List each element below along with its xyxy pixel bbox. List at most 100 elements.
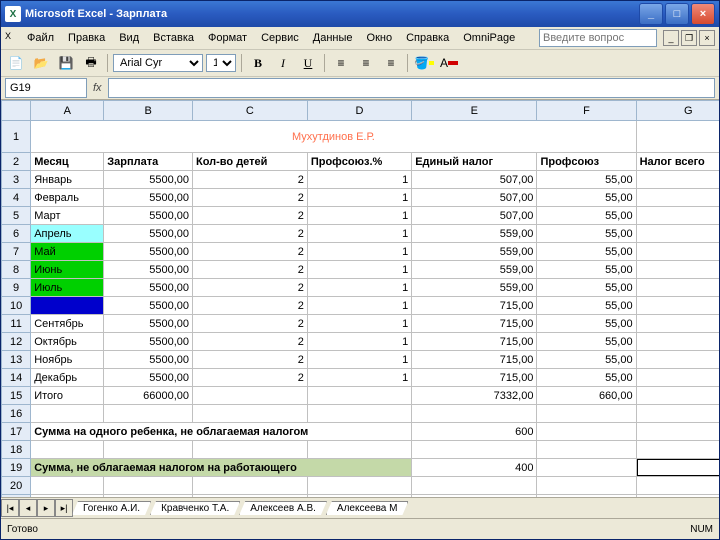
cell[interactable] <box>537 441 636 459</box>
cell-salary[interactable]: 5500,00 <box>104 225 193 243</box>
cell-union[interactable]: 55,00 <box>537 243 636 261</box>
row-header[interactable]: 11 <box>2 315 31 333</box>
cell[interactable] <box>636 333 719 351</box>
new-icon[interactable] <box>5 52 27 74</box>
note-child-val[interactable]: 600 <box>412 423 537 441</box>
cell-month[interactable]: Итого <box>31 387 104 405</box>
cell[interactable] <box>412 495 537 498</box>
cell-tax[interactable]: 559,00 <box>412 243 537 261</box>
worksheet-grid[interactable]: A B C D E F G 1 Мухутдинов Е.Р. 2 Месяц … <box>1 100 719 497</box>
font-size-select[interactable]: 10 <box>206 54 236 72</box>
cell-children[interactable]: 2 <box>193 261 308 279</box>
formula-input[interactable] <box>108 78 715 98</box>
menu-help[interactable]: Справка <box>400 30 455 46</box>
cell[interactable] <box>636 405 719 423</box>
cell-union[interactable]: 55,00 <box>537 351 636 369</box>
cell-tax[interactable]: 507,00 <box>412 207 537 225</box>
row-header[interactable]: 10 <box>2 297 31 315</box>
cell-month[interactable]: Март <box>31 207 104 225</box>
cell[interactable] <box>412 405 537 423</box>
row-header[interactable]: 21 <box>2 495 31 498</box>
cell[interactable] <box>636 351 719 369</box>
col-header-E[interactable]: E <box>412 101 537 121</box>
cell[interactable] <box>104 495 193 498</box>
minimize-button[interactable]: _ <box>639 3 663 25</box>
sheet-tab[interactable]: Алексеева М <box>326 501 409 515</box>
cell[interactable] <box>636 423 719 441</box>
row-header[interactable]: 13 <box>2 351 31 369</box>
cell[interactable] <box>31 441 104 459</box>
cell-month[interactable]: Февраль <box>31 189 104 207</box>
cell-union-pct[interactable]: 1 <box>307 243 411 261</box>
cell-children[interactable]: 2 <box>193 243 308 261</box>
cell-month[interactable]: Июль <box>31 279 104 297</box>
cell-children[interactable]: 2 <box>193 171 308 189</box>
cell-salary[interactable]: 5500,00 <box>104 207 193 225</box>
print-icon[interactable] <box>80 52 102 74</box>
cell-children[interactable]: 2 <box>193 207 308 225</box>
tab-next-icon[interactable]: ▸ <box>37 499 55 517</box>
cell-union[interactable]: 55,00 <box>537 333 636 351</box>
row-header[interactable]: 3 <box>2 171 31 189</box>
cell[interactable] <box>307 441 411 459</box>
menu-format[interactable]: Формат <box>202 30 253 46</box>
row-header[interactable]: 17 <box>2 423 31 441</box>
header-union[interactable]: Профсоюз <box>537 153 636 171</box>
italic-icon[interactable] <box>272 52 294 74</box>
row-header[interactable]: 4 <box>2 189 31 207</box>
cell[interactable] <box>193 495 308 498</box>
cell[interactable] <box>636 495 719 498</box>
cell-union-pct[interactable]: 1 <box>307 351 411 369</box>
cell[interactable] <box>104 441 193 459</box>
cell[interactable] <box>537 477 636 495</box>
sheet-tab[interactable]: Гогенко А.И. <box>72 501 151 515</box>
cell-salary[interactable]: 5500,00 <box>104 333 193 351</box>
header-union-pct[interactable]: Профсоюз.% <box>307 153 411 171</box>
font-color-icon[interactable]: A <box>438 52 460 74</box>
cell[interactable] <box>636 369 719 387</box>
cell-children[interactable]: 2 <box>193 369 308 387</box>
cell[interactable] <box>537 495 636 498</box>
cell[interactable] <box>307 405 411 423</box>
cell-union-pct[interactable]: 1 <box>307 297 411 315</box>
cell-union[interactable]: 55,00 <box>537 189 636 207</box>
cell-union[interactable]: 55,00 <box>537 171 636 189</box>
cell-tax[interactable]: 507,00 <box>412 171 537 189</box>
row-header[interactable]: 19 <box>2 459 31 477</box>
cell[interactable] <box>636 171 719 189</box>
cell[interactable] <box>193 477 308 495</box>
help-search-input[interactable] <box>539 29 657 47</box>
cell-union-pct[interactable]: 1 <box>307 225 411 243</box>
menu-window[interactable]: Окно <box>361 30 399 46</box>
cell-union[interactable]: 55,00 <box>537 369 636 387</box>
row-header[interactable]: 8 <box>2 261 31 279</box>
cell-union-pct[interactable]: 1 <box>307 279 411 297</box>
cell-union[interactable]: 55,00 <box>537 225 636 243</box>
header-salary[interactable]: Зарплата <box>104 153 193 171</box>
cell-salary[interactable]: 5500,00 <box>104 279 193 297</box>
menu-tools[interactable]: Сервис <box>255 30 305 46</box>
cell-salary[interactable]: 5500,00 <box>104 351 193 369</box>
fx-icon[interactable]: fx <box>93 82 102 94</box>
cell-union-pct[interactable]: 1 <box>307 315 411 333</box>
cell[interactable] <box>31 477 104 495</box>
row-header[interactable]: 16 <box>2 405 31 423</box>
tab-last-icon[interactable]: ▸| <box>55 499 73 517</box>
cell-children[interactable]: 2 <box>193 333 308 351</box>
cell[interactable] <box>104 405 193 423</box>
cell-salary[interactable]: 5500,00 <box>104 369 193 387</box>
cell[interactable] <box>193 441 308 459</box>
cell-salary[interactable]: 5500,00 <box>104 243 193 261</box>
cell[interactable] <box>636 121 719 153</box>
active-cell[interactable] <box>636 459 719 477</box>
cell-union[interactable]: 55,00 <box>537 315 636 333</box>
name-box[interactable]: G19 <box>5 78 87 98</box>
cell[interactable] <box>636 441 719 459</box>
cell-union[interactable]: 55,00 <box>537 297 636 315</box>
cell-month[interactable]: Сентябрь <box>31 315 104 333</box>
bold-icon[interactable] <box>247 52 269 74</box>
menu-view[interactable]: Вид <box>113 30 145 46</box>
fill-color-icon[interactable]: 🪣 <box>413 52 435 74</box>
header-taxtotal[interactable]: Налог всего <box>636 153 719 171</box>
row-header[interactable]: 14 <box>2 369 31 387</box>
